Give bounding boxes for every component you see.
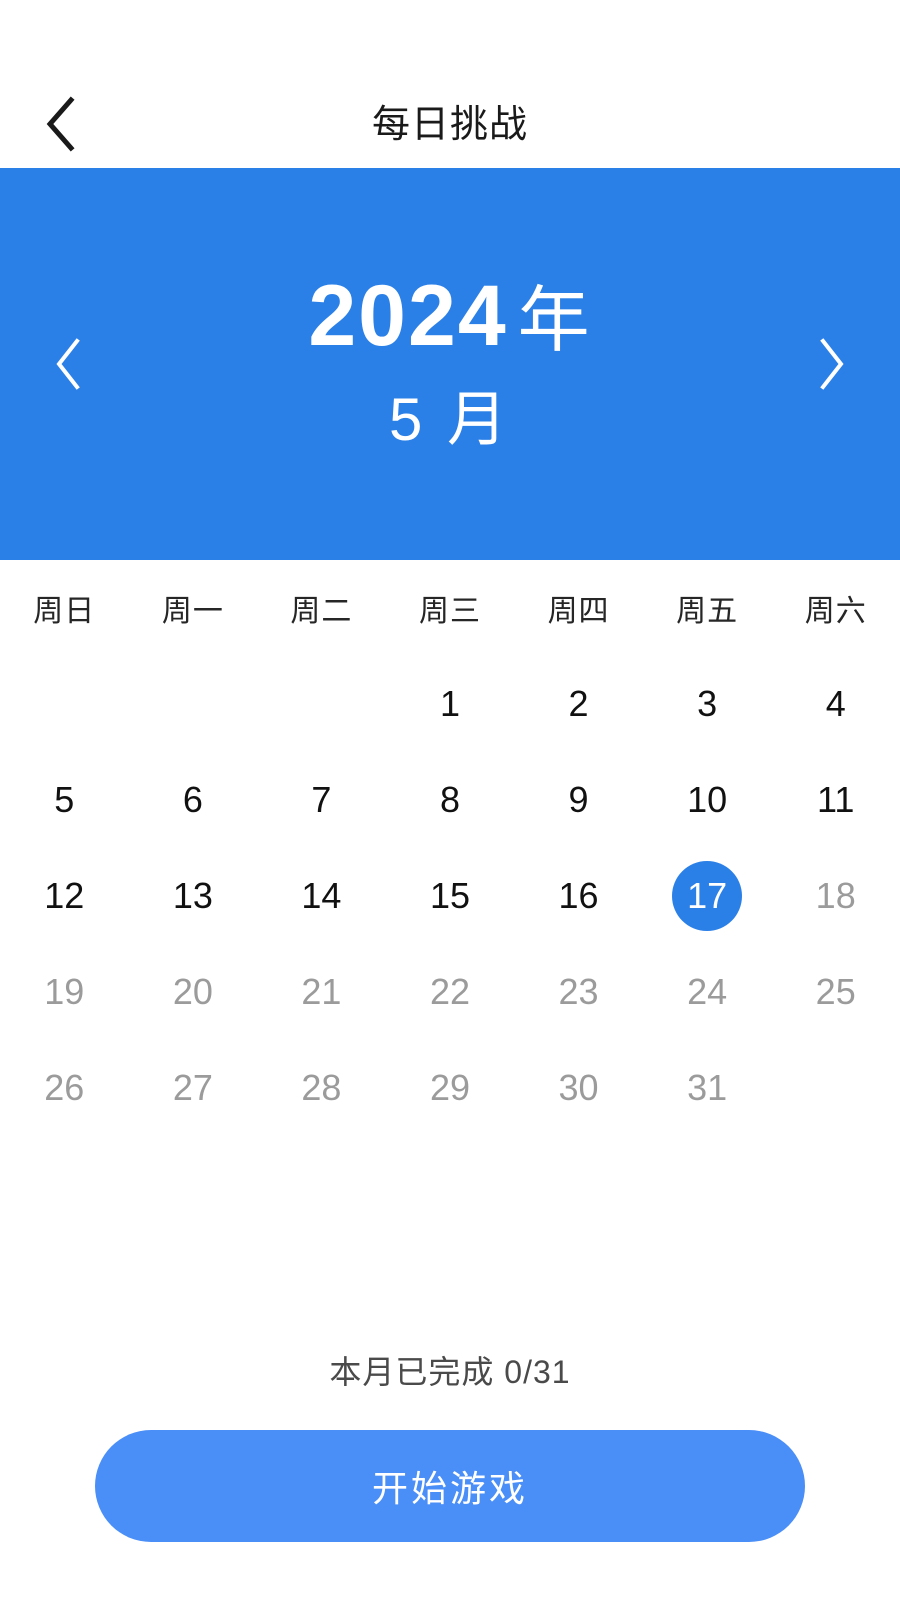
weekday-label-4: 周四: [547, 595, 610, 628]
month-banner: 2024 年 5 月: [0, 168, 900, 560]
weekday-label-3: 周三: [418, 595, 481, 628]
calendar-day-19[interactable]: 19: [29, 957, 99, 1027]
footer: 本月已完成 0/31 开始游戏: [0, 1350, 900, 1600]
calendar-day-15[interactable]: 15: [415, 861, 485, 931]
calendar-day-cell: 30: [514, 1040, 643, 1136]
weekday-label-0: 周日: [33, 595, 96, 628]
calendar-day-cell: 17: [643, 848, 772, 944]
weekday-label-2: 周二: [290, 595, 353, 628]
calendar-day-27[interactable]: 27: [158, 1053, 228, 1123]
calendar-blank-cell: [0, 656, 129, 752]
calendar-day-cell: 28: [257, 1040, 386, 1136]
calendar-day-cell: 12: [0, 848, 129, 944]
calendar-day-cell: 16: [514, 848, 643, 944]
calendar-day-7[interactable]: 7: [286, 765, 356, 835]
calendar-day-4[interactable]: 4: [801, 669, 871, 739]
calendar-day-16[interactable]: 16: [544, 861, 614, 931]
calendar-day-cell: 21: [257, 944, 386, 1040]
calendar-day-cell: 24: [643, 944, 772, 1040]
calendar-day-26[interactable]: 26: [29, 1053, 99, 1123]
calendar: 周日 周一 周二 周三 周四 周五 周六 1 2 3 4 5 6 7 8 9 10 11 12 13 14 15 16 17…: [0, 560, 900, 1350]
calendar-day-22[interactable]: 22: [415, 957, 485, 1027]
calendar-day-cell: 4: [771, 656, 900, 752]
page-title: 每日挑战: [371, 104, 528, 146]
calendar-day-cell: 18: [771, 848, 900, 944]
calendar-day-10[interactable]: 10: [672, 765, 742, 835]
calendar-days-grid: 1 2 3 4 5 6 7 8 9 10 11 12 13 14 15 16 17 18 19 20 21 22 23 24 2…: [0, 656, 900, 1136]
calendar-day-24[interactable]: 24: [672, 957, 742, 1027]
calendar-day-cell: 25: [771, 944, 900, 1040]
weekday-label-5: 周五: [676, 595, 739, 628]
calendar-day-14[interactable]: 14: [286, 861, 356, 931]
weekday-label-6: 周六: [804, 595, 867, 628]
calendar-day-11[interactable]: 11: [801, 765, 871, 835]
weekday-header-row: 周日 周一 周二 周三 周四 周五 周六: [0, 560, 900, 656]
calendar-day-cell: 8: [386, 752, 515, 848]
weekday-label-1: 周一: [161, 595, 224, 628]
calendar-day-cell: 15: [386, 848, 515, 944]
calendar-day-cell: 5: [0, 752, 129, 848]
banner-month: 5 月: [388, 385, 512, 453]
calendar-day-cell: 22: [386, 944, 515, 1040]
calendar-day-cell: 6: [129, 752, 258, 848]
calendar-day-cell: 1: [386, 656, 515, 752]
calendar-day-13[interactable]: 13: [158, 861, 228, 931]
calendar-day-12[interactable]: 12: [29, 861, 99, 931]
calendar-day-25[interactable]: 25: [801, 957, 871, 1027]
calendar-day-cell: 2: [514, 656, 643, 752]
calendar-day-2[interactable]: 2: [544, 669, 614, 739]
banner-year: 2024: [308, 267, 508, 364]
calendar-day-cell: 19: [0, 944, 129, 1040]
calendar-day-cell: 7: [257, 752, 386, 848]
calendar-day-cell: 11: [771, 752, 900, 848]
calendar-day-cell: 29: [386, 1040, 515, 1136]
calendar-day-cell: 9: [514, 752, 643, 848]
calendar-day-1[interactable]: 1: [415, 669, 485, 739]
calendar-day-21[interactable]: 21: [286, 957, 356, 1027]
calendar-day-8[interactable]: 8: [415, 765, 485, 835]
calendar-day-cell: 27: [129, 1040, 258, 1136]
banner-year-line: 2024 年: [308, 268, 591, 369]
calendar-day-5[interactable]: 5: [29, 765, 99, 835]
chevron-left-icon: [53, 338, 83, 390]
calendar-day-cell: 26: [0, 1040, 129, 1136]
chevron-right-icon: [817, 338, 847, 390]
calendar-day-6[interactable]: 6: [158, 765, 228, 835]
calendar-day-23[interactable]: 23: [544, 957, 614, 1027]
calendar-day-cell: 14: [257, 848, 386, 944]
calendar-day-cell: 13: [129, 848, 258, 944]
calendar-day-29[interactable]: 29: [415, 1053, 485, 1123]
start-game-button[interactable]: 开始游戏: [95, 1430, 805, 1542]
monthly-progress-text: 本月已完成 0/31: [329, 1354, 571, 1390]
calendar-blank-cell: [257, 656, 386, 752]
calendar-day-20[interactable]: 20: [158, 957, 228, 1027]
next-month-button[interactable]: [792, 319, 872, 409]
calendar-day-3[interactable]: 3: [672, 669, 742, 739]
navigation-bar: 每日挑战: [0, 0, 900, 168]
month-banner-label: 2024 年 5 月: [308, 268, 591, 461]
banner-year-unit: 年: [517, 280, 592, 361]
calendar-day-cell: 20: [129, 944, 258, 1040]
daily-challenge-screen: 每日挑战 2024 年 5 月 周日 周一 周二 周三 周四 周五 周六 1234567891…: [0, 0, 900, 1600]
calendar-blank-cell: [129, 656, 258, 752]
calendar-day-9[interactable]: 9: [544, 765, 614, 835]
calendar-day-cell: 31: [643, 1040, 772, 1136]
calendar-day-18[interactable]: 18: [801, 861, 871, 931]
calendar-day-28[interactable]: 28: [286, 1053, 356, 1123]
calendar-day-cell: 10: [643, 752, 772, 848]
previous-month-button[interactable]: [28, 319, 108, 409]
calendar-day-31[interactable]: 31: [672, 1053, 742, 1123]
calendar-day-cell: 23: [514, 944, 643, 1040]
calendar-day-cell: 3: [643, 656, 772, 752]
calendar-day-30[interactable]: 30: [544, 1053, 614, 1123]
calendar-day-17[interactable]: 17: [672, 861, 743, 931]
